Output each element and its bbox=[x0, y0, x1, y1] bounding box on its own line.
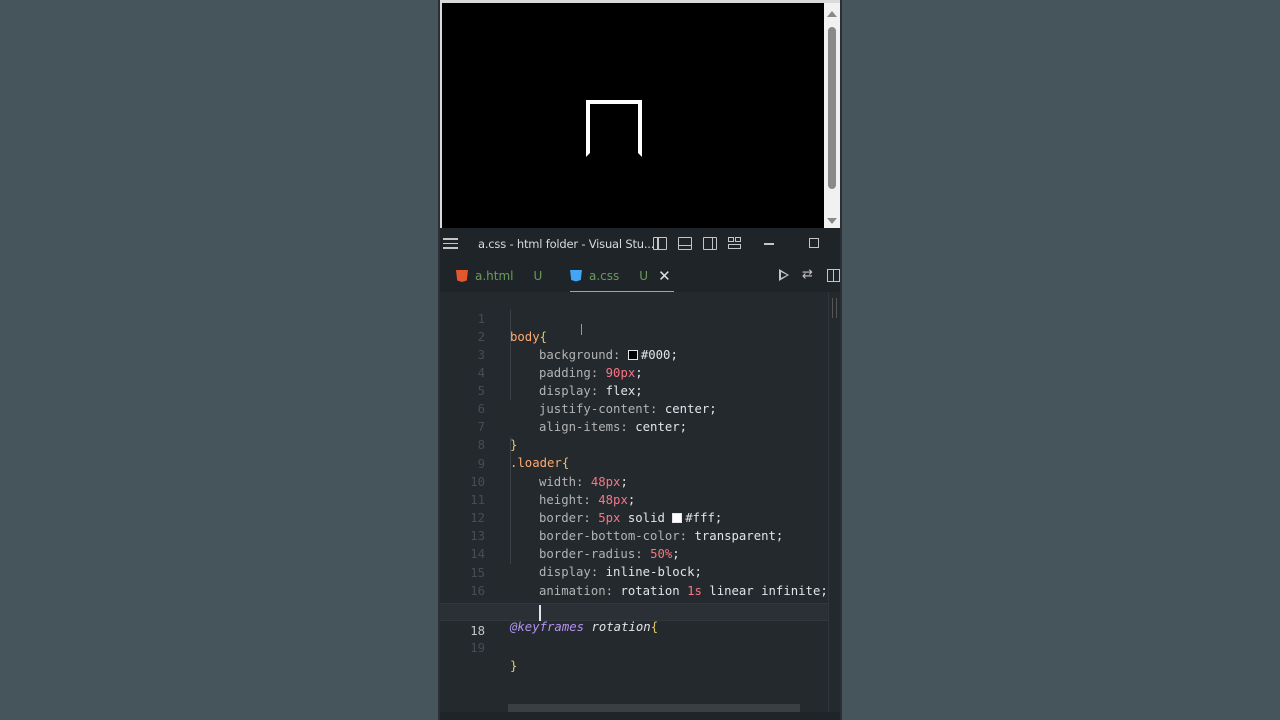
line-number: 19 bbox=[470, 641, 485, 655]
code-line: 3 padding: 90px; bbox=[440, 328, 828, 380]
tab-label: a.html bbox=[475, 269, 514, 283]
code-line: 1 body{ bbox=[440, 292, 828, 344]
untracked-badge: U bbox=[639, 268, 649, 283]
code-line: 15 animation: rotation 1s linear infinit… bbox=[440, 546, 828, 598]
code-line: 14 display: inline-block; bbox=[440, 527, 828, 579]
editor-vertical-scrollbar[interactable] bbox=[828, 292, 840, 712]
untracked-badge: U bbox=[533, 269, 543, 283]
close-icon[interactable]: ✕ bbox=[658, 267, 671, 285]
code-line: 11 border: 5px solid #fff; bbox=[440, 473, 828, 525]
run-icon[interactable] bbox=[779, 269, 789, 281]
scroll-position-marker bbox=[832, 298, 837, 318]
title-bar: a.css - html folder - Visual Stu... bbox=[440, 228, 840, 260]
code-line: 6 align-items: center; bbox=[440, 382, 828, 434]
code-line: 16 } bbox=[440, 564, 828, 616]
scroll-down-icon[interactable] bbox=[827, 218, 837, 224]
current-line[interactable]: 18 bbox=[440, 603, 828, 638]
maximize-icon[interactable] bbox=[809, 238, 819, 248]
code-line: 10 height: 48px; bbox=[440, 455, 828, 507]
preview-scrollbar[interactable] bbox=[824, 3, 840, 228]
code-line: 9 width: 48px; bbox=[440, 437, 828, 489]
minimize-icon[interactable] bbox=[764, 243, 774, 245]
tab-label: a.css bbox=[589, 268, 620, 283]
loader-preview bbox=[586, 100, 642, 157]
code-line: 4 display: flex; bbox=[440, 346, 828, 398]
code-line: 19 } bbox=[440, 621, 828, 673]
app-frame: a.css - html folder - Visual Stu... a.ht… bbox=[438, 0, 842, 720]
editor-tabs: a.html U a.css U ✕ ⇄ bbox=[440, 260, 840, 292]
code-line: 5 justify-content: center; bbox=[440, 364, 828, 416]
code-line: 13 border-radius: 50%; bbox=[440, 509, 828, 561]
code-line: 2 background: #000; bbox=[440, 310, 828, 362]
code-editor[interactable]: 1 body{ 2 background: #000; 3 padding: 9… bbox=[440, 292, 840, 712]
toggle-panel-icon[interactable] bbox=[678, 237, 692, 250]
menu-icon[interactable] bbox=[443, 238, 458, 249]
split-editor-icon[interactable] bbox=[827, 269, 840, 282]
toggle-secondary-sidebar-icon[interactable] bbox=[703, 237, 717, 250]
scroll-up-icon[interactable] bbox=[827, 11, 837, 17]
window-title: a.css - html folder - Visual Stu... bbox=[478, 237, 655, 251]
html5-icon bbox=[456, 270, 468, 282]
tab-a-css[interactable]: a.css U ✕ bbox=[570, 260, 674, 292]
customize-layout-icon[interactable] bbox=[728, 237, 742, 250]
css3-icon bbox=[570, 269, 582, 282]
scroll-thumb[interactable] bbox=[828, 27, 836, 189]
code-line: 17 @keyframes rotation{ bbox=[440, 582, 828, 634]
compare-changes-icon[interactable]: ⇄ bbox=[802, 268, 816, 282]
browser-preview bbox=[440, 0, 840, 228]
text-caret bbox=[539, 605, 541, 621]
tab-a-html[interactable]: a.html U bbox=[456, 260, 542, 292]
toggle-primary-sidebar-icon[interactable] bbox=[653, 237, 667, 250]
brace: } bbox=[510, 659, 518, 673]
editor-horizontal-scrollbar[interactable] bbox=[508, 704, 800, 712]
code-line: 7 } bbox=[440, 400, 828, 452]
code-line: 12 border-bottom-color: transparent; bbox=[440, 491, 828, 543]
code-line: 8 .loader{ bbox=[440, 418, 828, 470]
